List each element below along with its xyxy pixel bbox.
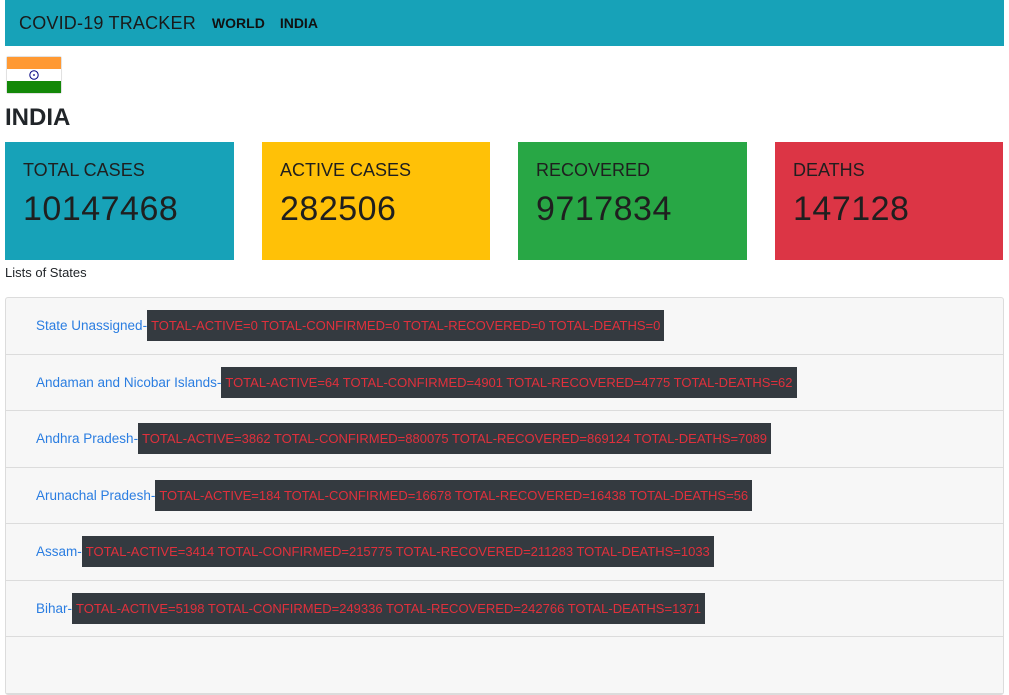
state-stats-badge: TOTAL-ACTIVE=3414 TOTAL-CONFIRMED=215775…: [81, 536, 714, 568]
total-cases-value: 10147468: [23, 190, 179, 228]
deaths-label: DEATHS: [793, 160, 865, 180]
active-cases-card: ACTIVE CASES 282506: [262, 142, 490, 260]
list-item[interactable]: Andhra Pradesh- TOTAL-ACTIVE=3862 TOTAL-…: [6, 411, 1003, 468]
recovered-value: 9717834: [536, 190, 672, 228]
brand-title[interactable]: COVID-19 TRACKER: [19, 13, 196, 34]
list-item[interactable]: [6, 637, 1003, 694]
state-name-link[interactable]: Bihar-: [36, 601, 72, 616]
total-cases-label: TOTAL CASES: [23, 160, 145, 180]
state-stats-badge: TOTAL-ACTIVE=5198 TOTAL-CONFIRMED=249336…: [72, 592, 705, 624]
top-navbar: COVID-19 TRACKER WORLD INDIA: [5, 0, 1004, 46]
state-name-link[interactable]: Andhra Pradesh-: [36, 431, 138, 446]
country-title: INDIA: [5, 104, 71, 131]
recovered-label: RECOVERED: [536, 160, 651, 180]
list-item[interactable]: Assam- TOTAL-ACTIVE=3414 TOTAL-CONFIRMED…: [6, 524, 1003, 581]
active-cases-value: 282506: [280, 190, 397, 228]
india-flag-icon: [7, 57, 61, 93]
state-name-link[interactable]: State Unassigned-: [36, 318, 147, 333]
total-cases-card: TOTAL CASES 10147468: [5, 142, 234, 260]
active-cases-label: ACTIVE CASES: [280, 160, 412, 180]
state-stats-badge: TOTAL-ACTIVE=184 TOTAL-CONFIRMED=16678 T…: [155, 479, 753, 511]
deaths-card: DEATHS 147128: [775, 142, 1003, 260]
recovered-card: RECOVERED 9717834: [518, 142, 747, 260]
list-item[interactable]: Bihar- TOTAL-ACTIVE=5198 TOTAL-CONFIRMED…: [6, 581, 1003, 637]
nav-link-india[interactable]: INDIA: [280, 15, 318, 31]
states-list-caption: Lists of States: [5, 265, 87, 280]
nav-link-world[interactable]: WORLD: [212, 15, 265, 31]
list-item[interactable]: Andaman and Nicobar Islands- TOTAL-ACTIV…: [6, 355, 1003, 411]
list-item[interactable]: Arunachal Pradesh- TOTAL-ACTIVE=184 TOTA…: [6, 468, 1003, 524]
state-name-link[interactable]: Assam-: [36, 544, 82, 559]
states-list: State Unassigned- TOTAL-ACTIVE=0 TOTAL-C…: [5, 297, 1004, 695]
deaths-value: 147128: [793, 190, 910, 228]
state-stats-badge: TOTAL-ACTIVE=0 TOTAL-CONFIRMED=0 TOTAL-R…: [147, 310, 665, 342]
state-name-link[interactable]: Arunachal Pradesh-: [36, 488, 155, 503]
state-stats-badge: TOTAL-ACTIVE=64 TOTAL-CONFIRMED=4901 TOT…: [221, 366, 797, 398]
state-name-link[interactable]: Andaman and Nicobar Islands-: [36, 375, 221, 390]
state-stats-badge: TOTAL-ACTIVE=3862 TOTAL-CONFIRMED=880075…: [138, 423, 772, 455]
list-item[interactable]: State Unassigned- TOTAL-ACTIVE=0 TOTAL-C…: [6, 298, 1003, 355]
